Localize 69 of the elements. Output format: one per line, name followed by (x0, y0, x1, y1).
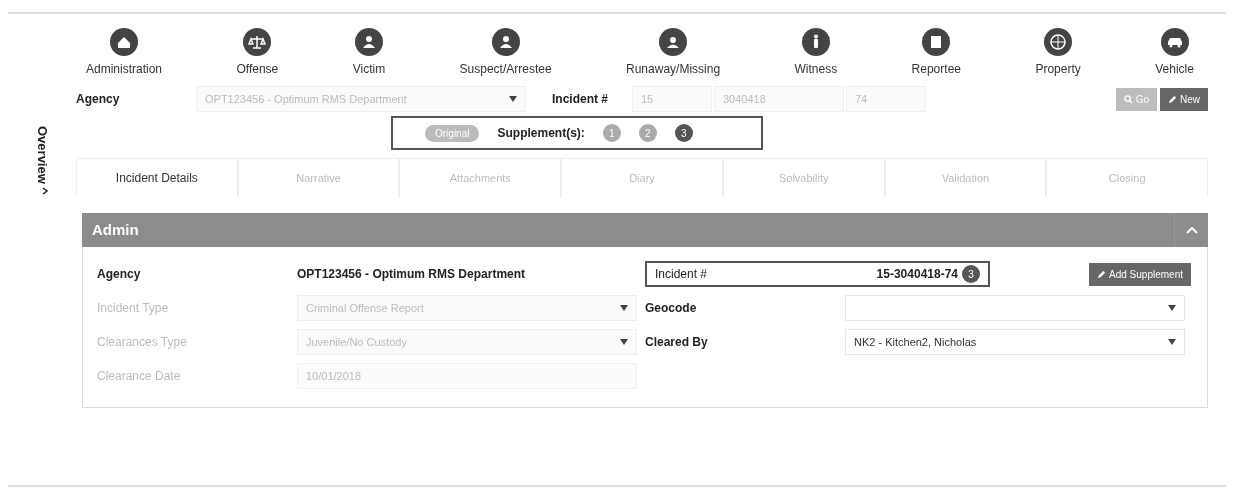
incident-number-field[interactable]: 74 (846, 86, 926, 112)
incident-number-label: Incident # (552, 91, 609, 108)
search-button[interactable]: Go (1115, 87, 1157, 111)
module-nav-item[interactable]: Runaway/Missing (626, 28, 721, 78)
module-nav-item[interactable]: Victim (352, 28, 386, 78)
agency-label: Agency (76, 91, 121, 108)
tab[interactable]: Diary (561, 158, 723, 197)
tab[interactable]: Validation (884, 158, 1047, 197)
globe-icon (1044, 28, 1073, 56)
field-label: Agency (97, 266, 142, 283)
field-label: Cleared By (645, 334, 709, 351)
search-icon (1123, 94, 1133, 104)
home-icon (110, 28, 138, 56)
module-label: Offense (236, 61, 279, 78)
scales-icon (243, 28, 272, 56)
module-nav-item[interactable]: Suspect/Arrestee (459, 28, 552, 78)
caret-icon (1168, 305, 1176, 311)
incident-number-field[interactable]: 3040418 (714, 86, 844, 112)
module-label: Reportee (911, 61, 961, 78)
module-nav-item[interactable]: Property (1035, 28, 1081, 78)
tab[interactable]: Narrative (237, 158, 400, 197)
person-icon (354, 28, 383, 56)
pencil-icon (1168, 94, 1177, 104)
person-icon (491, 28, 520, 56)
supplement-button[interactable]: 3 (674, 124, 693, 142)
field-value: OPT123456 - Optimum RMS Department (297, 266, 526, 283)
module-label: Suspect/Arrestee (459, 61, 552, 78)
select-field[interactable]: NK2 - Kitchen2, Nicholas (845, 329, 1185, 355)
field-value: 15-3040418-74 (876, 266, 958, 283)
module-label: Administration (86, 61, 163, 78)
module-nav-item[interactable]: Offense (236, 28, 279, 78)
module-label: Victim (352, 61, 386, 78)
caret-icon (1168, 339, 1176, 345)
supplement-button[interactable]: 1 (602, 124, 621, 142)
new-button[interactable]: New (1160, 87, 1208, 111)
module-label: Property (1035, 61, 1081, 78)
tab[interactable]: Solvability (722, 158, 885, 197)
tab[interactable]: Incident Details (76, 158, 238, 197)
supplements-label: Supplement(s): (497, 125, 585, 142)
pencil-icon (1097, 269, 1107, 279)
field-label: Incident # (655, 266, 708, 283)
field-label: Incident Type (97, 300, 170, 317)
select-field[interactable] (845, 295, 1185, 321)
field-label: Clearance Date (97, 368, 182, 385)
module-nav-item[interactable]: Administration (86, 28, 163, 78)
original-button[interactable]: Original (425, 124, 480, 142)
supplement-count-badge: 3 (962, 265, 980, 283)
person-icon (659, 28, 688, 56)
car-icon (1160, 28, 1189, 56)
panel-title: Admin (92, 219, 139, 240)
module-nav-item[interactable]: Witness (794, 28, 838, 78)
field-label: Geocode (645, 300, 698, 317)
field-label: Clearances Type (97, 334, 188, 351)
caret-icon (509, 96, 517, 102)
module-nav-item[interactable]: Reportee (911, 28, 961, 78)
incident-number-field[interactable]: 15 (632, 86, 712, 112)
module-label: Runaway/Missing (626, 61, 721, 78)
document-icon (922, 28, 951, 56)
module-label: Vehicle (1155, 61, 1194, 78)
module-label: Witness (794, 61, 838, 78)
tab[interactable]: Closing (1046, 158, 1209, 197)
add-supplement-button[interactable]: Add Supplement (1089, 262, 1191, 286)
tab[interactable]: Attachments (399, 158, 562, 197)
caret-icon (620, 305, 628, 311)
caret-icon (620, 339, 628, 345)
supplement-button[interactable]: 2 (638, 124, 657, 142)
agency-select[interactable]: OPT123456 - Optimum RMS Department (196, 86, 526, 112)
module-nav-item[interactable]: Vehicle (1155, 28, 1194, 78)
overview-toggle[interactable]: Overview (32, 126, 52, 184)
